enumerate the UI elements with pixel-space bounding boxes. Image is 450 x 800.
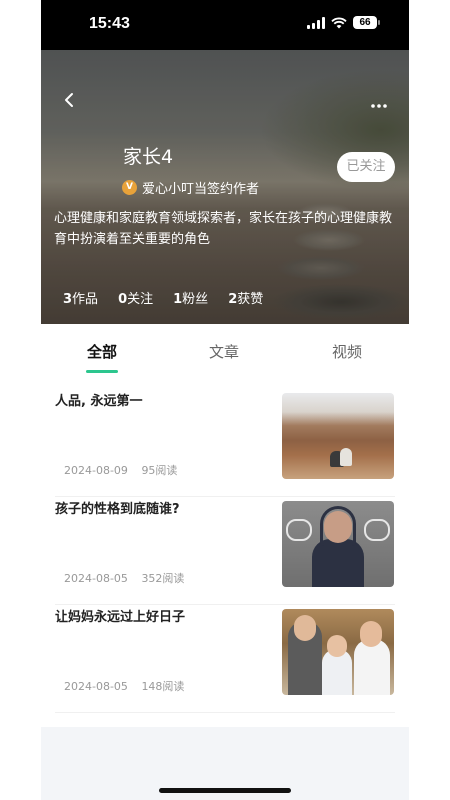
stat-likes: 2获赞 bbox=[228, 292, 264, 307]
article-item[interactable]: 人品, 永远第一 2024-08-09 95阅读 bbox=[55, 390, 395, 497]
active-tab-indicator bbox=[86, 370, 118, 373]
author-bio: 心理健康和家庭教育领域探索者，家长在孩子的心理健康教育中扮演着至关重要的角色 bbox=[54, 211, 393, 247]
stat-following[interactable]: 0关注 bbox=[118, 288, 153, 307]
stat-works[interactable]: 3作品 bbox=[63, 288, 98, 307]
more-dots-icon bbox=[371, 104, 387, 108]
article-title: 让妈妈永远过上好日子 bbox=[55, 610, 186, 625]
article-reads: 352阅读 bbox=[141, 572, 185, 585]
author-badge: V 爱心小叮当签约作者 bbox=[122, 178, 259, 197]
article-thumbnail bbox=[282, 393, 394, 479]
article-date: 2024-08-05 bbox=[64, 680, 128, 693]
verified-icon: V bbox=[122, 180, 137, 195]
status-time: 15:43 bbox=[89, 15, 130, 32]
phone-screen: 15:43 66 家长4 V 爱心小叮当签约作者 已关注 心理健康和家庭教育领域… bbox=[41, 0, 409, 800]
article-thumbnail bbox=[282, 609, 394, 695]
profile-stats: 3作品 0关注 1粉丝 2获赞 bbox=[63, 288, 263, 307]
status-icons: 66 bbox=[307, 16, 380, 29]
profile-header: 家长4 V 爱心小叮当签约作者 已关注 心理健康和家庭教育领域探索者，家长在孩子… bbox=[41, 50, 409, 324]
article-date: 2024-08-05 bbox=[64, 572, 128, 585]
tab-articles[interactable]: 文章 bbox=[209, 341, 239, 362]
home-indicator[interactable] bbox=[159, 788, 291, 793]
article-item[interactable]: 让妈妈永远过上好日子 2024-08-05 148阅读 bbox=[55, 606, 395, 713]
back-button[interactable] bbox=[63, 92, 83, 112]
wifi-icon bbox=[331, 17, 347, 28]
article-meta: 2024-08-09 95阅读 bbox=[64, 462, 187, 478]
author-name: 家长4 bbox=[123, 146, 174, 168]
article-thumbnail bbox=[282, 501, 394, 587]
content-tabs: 全部 文章 视频 bbox=[41, 324, 409, 374]
chevron-left-icon bbox=[65, 93, 73, 107]
article-title: 人品, 永远第一 bbox=[55, 394, 143, 409]
follow-button[interactable]: 已关注 bbox=[337, 152, 395, 182]
status-bar: 15:43 66 bbox=[41, 0, 409, 50]
more-button[interactable] bbox=[371, 92, 387, 112]
article-title: 孩子的性格到底随谁? bbox=[55, 502, 180, 517]
tab-videos[interactable]: 视频 bbox=[332, 341, 362, 362]
badge-text: 爱心小叮当签约作者 bbox=[142, 182, 260, 197]
signal-icon bbox=[307, 16, 325, 29]
article-reads: 148阅读 bbox=[141, 680, 185, 693]
article-meta: 2024-08-05 148阅读 bbox=[64, 678, 194, 694]
article-item[interactable]: 孩子的性格到底随谁? 2024-08-05 352阅读 bbox=[55, 498, 395, 605]
stat-followers[interactable]: 1粉丝 bbox=[173, 288, 208, 307]
battery-icon: 66 bbox=[353, 16, 380, 29]
article-date: 2024-08-09 bbox=[64, 464, 128, 477]
tab-all[interactable]: 全部 bbox=[87, 341, 117, 362]
article-reads: 95阅读 bbox=[141, 464, 178, 477]
article-meta: 2024-08-05 352阅读 bbox=[64, 570, 194, 586]
